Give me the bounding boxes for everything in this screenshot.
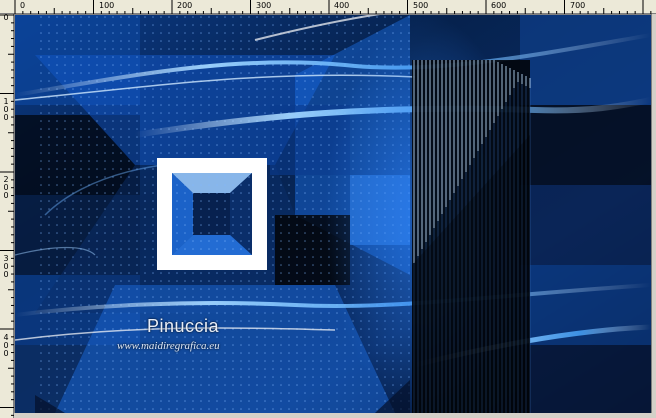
ruler-label-100: 100 — [99, 1, 115, 10]
ruler-label-400: 400 — [334, 1, 350, 10]
bottom-bar — [14, 413, 652, 418]
ruler-label-v400: 4 0 0 — [3, 333, 9, 358]
ruler-label-200: 200 — [177, 1, 193, 10]
vertical-ruler: 0 1 0 0 2 0 0 3 0 0 4 0 0 — [0, 14, 14, 418]
watermark-name: Pinuccia — [147, 316, 220, 336]
ruler-label-v0: 0 — [3, 13, 9, 22]
ruler-label-700: 700 — [570, 1, 586, 10]
horizontal-ruler: 0 100 200 300 400 500 600 700 — [0, 0, 656, 14]
ruler-label-600: 600 — [491, 1, 507, 10]
ruler-label-v200: 2 0 0 — [3, 175, 9, 200]
ruler-label-v100: 1 0 0 — [3, 97, 9, 122]
watermark-url: www.maidiregrafica.eu — [117, 340, 220, 352]
abstract-artwork — [15, 15, 651, 413]
stripe-panel — [412, 60, 531, 413]
ruler-label-v300: 3 0 0 — [3, 254, 9, 279]
image-canvas[interactable]: Pinuccia www.maidiregrafica.eu — [15, 15, 651, 413]
ruler-label-0: 0 — [20, 1, 26, 10]
ruler-label-300: 300 — [256, 1, 272, 10]
ruler-label-500: 500 — [413, 1, 429, 10]
